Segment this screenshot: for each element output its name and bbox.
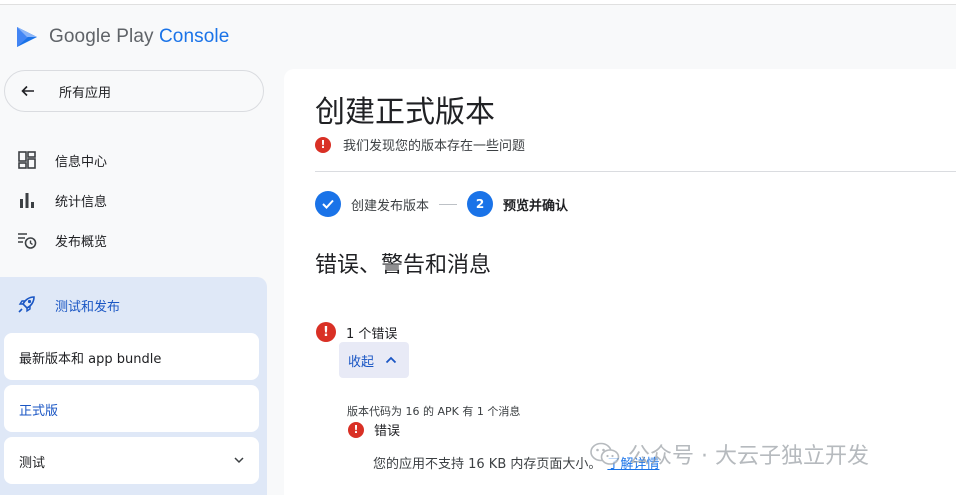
sidebar-subitem-label: 测试 — [19, 456, 46, 471]
error-count: ! 1 个错误 — [316, 322, 397, 342]
chevron-up-icon — [385, 356, 397, 364]
error-icon: ! — [316, 322, 336, 342]
step-create-release[interactable]: 创建发布版本 — [351, 195, 429, 214]
chevron-down-icon — [234, 457, 244, 464]
error-icon: ! — [348, 421, 364, 438]
detail-heading: 版本代码为 16 的 APK 有 1 个消息 — [347, 405, 521, 418]
detail-error-type: 错误 — [374, 424, 401, 439]
sidebar-item-publishing-overview[interactable]: 发布概览 — [0, 224, 267, 256]
issue-summary: ! 我们发现您的版本存在一些问题 — [315, 135, 525, 154]
sidebar-item-label: 发布概览 — [55, 235, 108, 250]
sidebar-section-header[interactable]: 测试和发布 — [0, 289, 267, 321]
section-title: 错误、警告和消息 — [315, 253, 492, 278]
watermark: 公众号 · 大云子独立开发 — [590, 438, 869, 470]
detail-message-text: 您的应用不支持 16 KB 内存页面大小。 — [373, 457, 602, 472]
step-preview-confirm: 预览并确认 — [503, 198, 569, 214]
sidebar-section-label: 测试和发布 — [55, 300, 121, 315]
issue-summary-text: 我们发现您的版本存在一些问题 — [343, 139, 526, 154]
step-done-check-icon — [315, 191, 341, 217]
play-console-logo[interactable]: Google Play Console — [14, 22, 229, 52]
release-stepper: 创建发布版本 2 预览并确认 — [315, 191, 568, 217]
sidebar-item-label: 统计信息 — [55, 195, 108, 210]
sidebar-subitem-latest-releases[interactable]: 最新版本和 app bundle — [4, 333, 259, 380]
page-title: 创建正式版本 — [315, 95, 495, 130]
sidebar-item-statistics[interactable]: 统计信息 — [0, 184, 267, 216]
publishing-overview-icon — [18, 233, 37, 249]
step-number-badge: 2 — [467, 191, 494, 217]
watermark-text: 公众号 · 大云子独立开发 — [628, 444, 869, 469]
brand-name: Google Play Console — [49, 26, 230, 47]
collapse-label: 收起 — [348, 354, 375, 370]
main-panel: 创建正式版本 ! 我们发现您的版本存在一些问题 创建发布版本 2 预览并确认 错… — [284, 69, 956, 495]
sidebar-subitem-production[interactable]: 正式版 — [4, 385, 259, 432]
top-border — [0, 0, 956, 5]
sidebar-item-label: 信息中心 — [55, 155, 108, 170]
detail-error: ! 错误 — [348, 420, 400, 439]
all-apps-back-button[interactable]: 所有应用 — [4, 70, 264, 112]
sidebar-section-testing-and-release: 测试和发布 最新版本和 app bundle 正式版 测试 — [0, 277, 267, 495]
error-count-text: 1 个错误 — [346, 326, 398, 342]
step-separator — [439, 203, 458, 205]
all-apps-label: 所有应用 — [59, 85, 112, 101]
rocket-icon — [18, 296, 35, 313]
sidebar-subitem-label: 正式版 — [19, 404, 59, 419]
sidebar-item-dashboard[interactable]: 信息中心 — [0, 144, 267, 176]
sidebar-subitem-label: 最新版本和 app bundle — [19, 352, 162, 367]
divider — [315, 171, 956, 172]
play-console-logo-icon — [17, 27, 37, 47]
dashboard-icon — [18, 151, 36, 169]
sidebar-subitem-testing[interactable]: 测试 — [4, 437, 259, 484]
bar-chart-icon — [20, 193, 34, 208]
collapse-button[interactable]: 收起 — [339, 342, 409, 378]
error-icon: ! — [315, 136, 331, 153]
wechat-icon — [590, 442, 620, 465]
arrow-left-icon — [21, 85, 34, 97]
